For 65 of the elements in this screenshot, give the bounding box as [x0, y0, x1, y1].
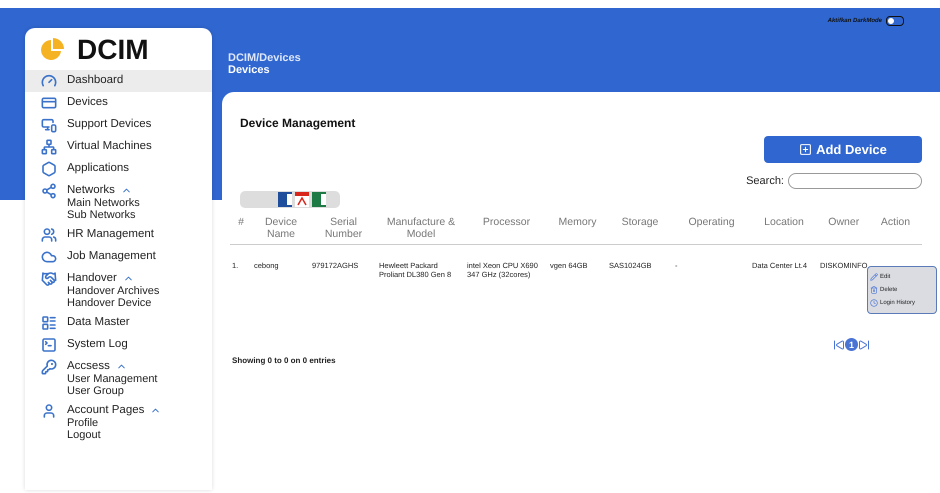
sidebar-item[interactable]: Data Master [25, 312, 212, 334]
sidebar-item[interactable]: Virtual Machines [25, 136, 212, 158]
pdf-file-icon[interactable] [295, 192, 309, 207]
monitor-icon [41, 117, 57, 133]
column-header[interactable]: Memory [548, 214, 607, 244]
sidebar-item[interactable]: Devices [25, 92, 212, 114]
handshake-icon [41, 271, 57, 287]
sidebar-subitem[interactable]: Handover Archives [67, 285, 160, 297]
panel-title: Device Management [240, 116, 356, 130]
search-label: Search: [746, 175, 784, 187]
sidebar-subitem[interactable]: User Management [67, 373, 158, 385]
sidebar-item[interactable]: Job Management [25, 246, 212, 268]
sidebar-subitem[interactable]: Logout [67, 429, 162, 441]
word-file-icon[interactable] [278, 192, 292, 207]
sidebar-item[interactable]: Support Devices [25, 114, 212, 136]
sidebar-item[interactable]: Account Pages Profile Logout [25, 400, 212, 444]
column-header[interactable]: Manufacture & Model [377, 214, 465, 244]
key-icon [41, 359, 57, 375]
cloud-icon [41, 249, 57, 265]
sidebar-subitem[interactable]: User Group [67, 385, 158, 397]
card-icon [41, 95, 57, 111]
page-title: Devices [228, 64, 271, 76]
pencil-icon [870, 273, 878, 281]
column-header[interactable]: Location [750, 214, 818, 244]
column-header[interactable]: Owner [818, 214, 870, 244]
sidebar-item[interactable]: Accsess User Management User Group [25, 356, 212, 400]
sidebar-item[interactable]: Networks Main Networks Sub Networks [25, 180, 212, 224]
last-page-icon[interactable] [858, 338, 870, 350]
add-device-button[interactable]: Add Device [764, 136, 922, 163]
column-header[interactable]: Action [870, 214, 922, 244]
sidebar-subitem[interactable]: Profile [67, 417, 162, 429]
hexagon-icon [41, 161, 57, 177]
terminal-icon [41, 337, 57, 353]
excel-file-icon[interactable] [312, 192, 326, 207]
column-header[interactable]: Serial Number [310, 214, 377, 244]
column-header[interactable]: Device Name [252, 214, 310, 244]
search-field[interactable] [788, 173, 922, 189]
trash-icon [870, 286, 878, 294]
dark-mode-toggle[interactable] [886, 16, 904, 26]
sidebar-item[interactable]: Handover Handover Archives Handover Device [25, 268, 212, 312]
column-header[interactable]: Processor [465, 214, 548, 244]
network-icon [41, 139, 57, 155]
clock-icon [870, 299, 878, 307]
sidebar-subitem[interactable]: Sub Networks [67, 209, 140, 221]
pie-chart-logo-icon [39, 37, 65, 63]
column-header[interactable]: # [230, 214, 252, 244]
sidebar-item[interactable]: System Log [25, 334, 212, 356]
sidebar-subitem[interactable]: Main Networks [67, 197, 140, 209]
page-button[interactable]: 1 [845, 338, 858, 351]
sidebar-item[interactable]: HR Management [25, 224, 212, 246]
gauge-icon [41, 73, 57, 89]
first-page-icon[interactable] [833, 338, 845, 350]
people-icon [41, 227, 57, 243]
sidebar-item[interactable]: Dashboard [25, 70, 212, 92]
column-header[interactable]: Operating [673, 214, 750, 244]
brand-title: DCIM [77, 34, 149, 66]
entries-info: Showing 0 to 0 on 0 entries [232, 356, 336, 365]
sidebar-subitem[interactable]: Handover Device [67, 297, 160, 309]
user-icon [41, 403, 57, 419]
column-header[interactable]: Storage [607, 214, 673, 244]
sidebar-item[interactable]: Applications [25, 158, 212, 180]
plus-icon [799, 143, 812, 156]
nodes-icon [41, 183, 57, 199]
list-icon [41, 315, 57, 331]
breadcrumb: DCIM/Devices [228, 52, 301, 64]
